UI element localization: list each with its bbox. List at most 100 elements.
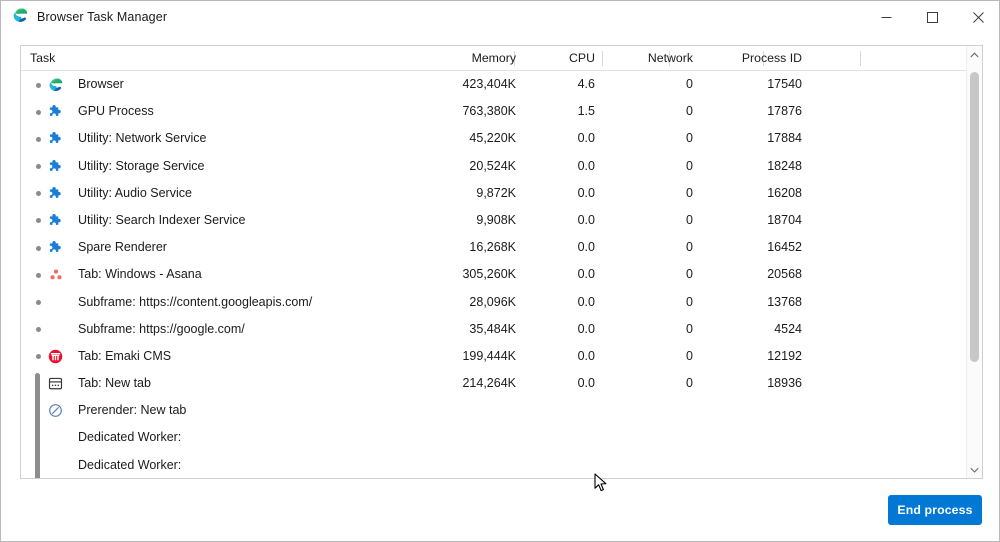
task-name: Utility: Storage Service: [78, 158, 205, 173]
table-row[interactable]: Utility: Storage Service 20,524K 0.0 0 18248: [21, 153, 982, 180]
table-row[interactable]: Dedicated Worker:: [21, 424, 982, 451]
memory-value: 763,380K: [462, 104, 516, 119]
memory-value: 28,096K: [469, 294, 516, 309]
task-name: Subframe: https://content.googleapis.com…: [78, 294, 313, 309]
process-id-value: 18704: [767, 212, 802, 227]
task-name: Utility: Network Service: [78, 131, 207, 146]
task-name: Subframe: https://google.com/: [78, 321, 245, 336]
process-id-value: 18936: [767, 376, 802, 391]
column-divider[interactable]: [602, 51, 603, 66]
cpu-value: 0.0: [577, 131, 595, 146]
task-name: Tab: Windows - Asana: [78, 267, 202, 282]
task-name: Dedicated Worker:: [78, 457, 182, 472]
column-header-process-id[interactable]: Process ID: [709, 46, 802, 70]
title-bar-left: Browser Task Manager: [1, 1, 863, 33]
table-row[interactable]: Tab: New tab 214,264K 0.0 0 18936: [21, 370, 982, 397]
task-name: Spare Renderer: [78, 240, 167, 255]
process-id-value: 4524: [774, 321, 802, 336]
table-row[interactable]: Spare Renderer 16,268K 0.0 0 16452: [21, 234, 982, 261]
table-header-row: Task Memory CPU Network Process ID: [21, 46, 982, 71]
scrollbar-thumb[interactable]: [970, 72, 979, 362]
network-value: 0: [686, 240, 693, 255]
table-row[interactable]: Tab: Windows - Asana 305,260K 0.0 0 20568: [21, 261, 982, 288]
memory-value: [416, 397, 516, 424]
network-value: 0: [686, 131, 693, 146]
table-row[interactable]: Utility: Network Service 45,220K 0.0 0 17884: [21, 125, 982, 152]
expand-bullet-icon: [36, 327, 41, 333]
cpu-value: 0.0: [577, 185, 595, 200]
cpu-value: 0.0: [577, 158, 595, 173]
network-value: 0: [686, 376, 693, 391]
network-value: 0: [686, 77, 693, 91]
cpu-value: 0.0: [577, 212, 595, 227]
cpu-value: 4.6: [577, 77, 595, 91]
table-row[interactable]: Utility: Audio Service 9,872K 0.0 0 16208: [21, 180, 982, 207]
expand-bullet-icon: [36, 354, 41, 360]
title-bar: Browser Task Manager: [1, 1, 999, 33]
network-value: [601, 424, 693, 451]
memory-value: 16,268K: [469, 240, 516, 255]
column-header-network[interactable]: Network: [611, 46, 693, 70]
process-id-value: 20568: [767, 267, 802, 282]
footer-bar: End process: [2, 487, 999, 541]
column-divider[interactable]: [860, 51, 861, 66]
memory-value: 423,404K: [462, 77, 516, 91]
task-name: Utility: Search Indexer Service: [78, 212, 246, 227]
expand-bullet-icon: [36, 245, 41, 251]
memory-value: 199,444K: [462, 348, 516, 363]
table-row[interactable]: Tab: Emaki CMS 199,444K 0.0 0 12192: [21, 343, 982, 370]
cpu-value: [521, 424, 595, 451]
emaki-favicon: [47, 348, 64, 365]
network-value: [601, 452, 693, 478]
memory-value: 35,484K: [469, 321, 516, 336]
close-button[interactable]: [955, 1, 999, 33]
table-row[interactable]: Subframe: https://content.googleapis.com…: [21, 289, 982, 316]
memory-value: [416, 452, 516, 478]
task-name: Browser: [78, 77, 124, 91]
network-value: 0: [686, 321, 693, 336]
edge-logo-icon: [47, 76, 64, 93]
table-row[interactable]: Utility: Search Indexer Service 9,908K 0.0…: [21, 207, 982, 234]
network-value: 0: [686, 158, 693, 173]
puzzle-piece-icon: [47, 130, 64, 147]
process-id-value: 16208: [767, 185, 802, 200]
network-value: 0: [686, 104, 693, 119]
puzzle-piece-icon: [47, 212, 64, 229]
column-header-memory[interactable]: Memory: [438, 46, 516, 70]
column-header-cpu[interactable]: CPU: [531, 46, 595, 70]
asana-favicon: [47, 266, 64, 283]
memory-value: 214,264K: [462, 376, 516, 391]
new-tab-icon: [47, 375, 64, 392]
chevron-up-icon[interactable]: [967, 46, 982, 63]
table-row[interactable]: GPU Process 763,380K 1.5 0 17876: [21, 98, 982, 125]
minimize-button[interactable]: [863, 1, 909, 33]
network-value: 0: [686, 185, 693, 200]
network-value: 0: [686, 212, 693, 227]
table-row[interactable]: Prerender: New tab: [21, 397, 982, 424]
column-header-task[interactable]: Task: [30, 46, 55, 70]
maximize-button[interactable]: [909, 1, 955, 33]
table-row[interactable]: Browser 423,404K 4.6 0 17540: [21, 71, 982, 98]
task-name: Prerender: New tab: [78, 403, 187, 418]
puzzle-piece-icon: [47, 103, 64, 120]
task-name: Tab: New tab: [78, 376, 151, 391]
cpu-value: 0.0: [577, 348, 595, 363]
expand-bullet-icon: [36, 82, 41, 88]
window-title: Browser Task Manager: [37, 10, 168, 24]
puzzle-piece-icon: [47, 185, 64, 202]
memory-value: 9,908K: [476, 212, 516, 227]
cpu-value: 0.0: [577, 376, 595, 391]
memory-value: 305,260K: [462, 267, 516, 282]
process-id-value: 18248: [767, 158, 802, 173]
process-id-value: 13768: [767, 294, 802, 309]
chevron-down-icon[interactable]: [967, 461, 982, 478]
cpu-value: 0.0: [577, 240, 595, 255]
expand-bullet-icon: [36, 218, 41, 224]
vertical-scrollbar[interactable]: [966, 46, 982, 478]
task-name: Dedicated Worker:: [78, 430, 182, 445]
table-body: Browser 423,404K 4.6 0 17540 GPU Process 763,3…: [21, 71, 982, 478]
expand-bullet-icon: [36, 109, 41, 115]
end-process-button[interactable]: End process: [888, 495, 982, 525]
table-row[interactable]: Subframe: https://google.com/35,484K 0.0 0…: [21, 316, 982, 343]
table-row[interactable]: Dedicated Worker:: [21, 452, 982, 478]
